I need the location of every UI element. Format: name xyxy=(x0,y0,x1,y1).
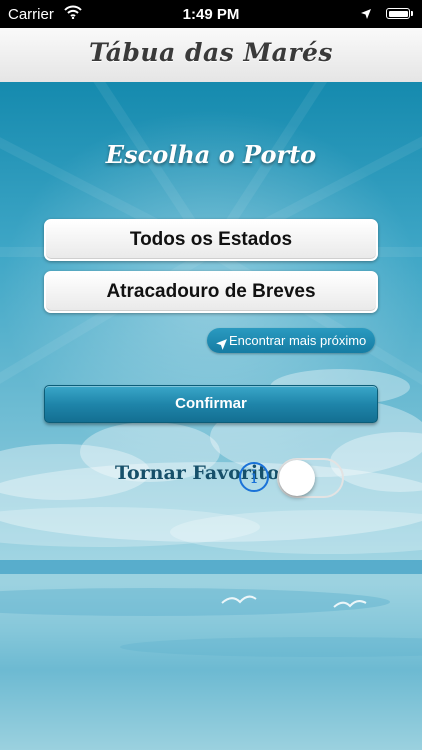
state-selector-button[interactable]: Todos os Estados xyxy=(44,219,378,261)
confirm-button[interactable]: Confirmar xyxy=(44,385,378,423)
location-arrow-icon xyxy=(215,334,228,359)
page-heading: Escolha o Porto xyxy=(105,140,317,169)
navigation-bar: Tábua das Marés xyxy=(0,28,422,83)
find-nearest-button[interactable]: Encontrar mais próximo xyxy=(207,328,375,353)
clock: 1:49 PM xyxy=(182,6,240,23)
app-screen: Carrier 1:49 PM Tábua das Marés Escolha … xyxy=(0,0,422,750)
nav-title: Tábua das Marés xyxy=(89,38,333,67)
info-icon[interactable]: i xyxy=(239,462,269,492)
status-bar: Carrier 1:49 PM xyxy=(0,0,422,28)
battery-tip xyxy=(411,11,413,16)
location-arrow-icon xyxy=(360,7,372,24)
toggle-knob xyxy=(279,460,315,496)
find-nearest-label: Encontrar mais próximo xyxy=(229,333,367,348)
battery-icon xyxy=(386,8,410,19)
favorite-toggle[interactable] xyxy=(277,458,344,498)
port-selector-button[interactable]: Atracadouro de Breves xyxy=(44,271,378,313)
